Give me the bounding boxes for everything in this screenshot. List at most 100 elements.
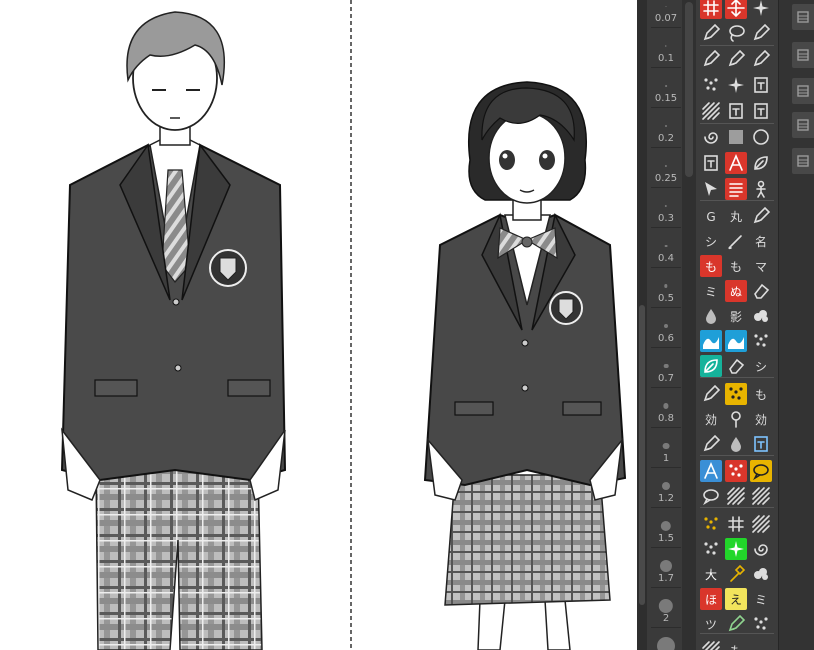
- bottom-b-icon[interactable]: [700, 639, 722, 650]
- stack-brush-icon[interactable]: [750, 330, 772, 352]
- wave-blue-icon[interactable]: [700, 330, 722, 352]
- bottom-c-icon[interactable]: も: [725, 639, 747, 650]
- madara-big-icon[interactable]: 大: [700, 563, 722, 585]
- effect-line-icon[interactable]: 効: [750, 408, 772, 430]
- shade-pen-icon[interactable]: シ: [700, 230, 722, 252]
- list-tool-icon[interactable]: [725, 178, 747, 200]
- cyan-leaf-icon[interactable]: [700, 355, 722, 377]
- pin-icon[interactable]: [725, 408, 747, 430]
- green-pen-icon[interactable]: [725, 613, 747, 635]
- select-arrow-tool-icon[interactable]: [700, 178, 722, 200]
- round-pen-preset-icon[interactable]: 丸: [725, 205, 747, 227]
- eraser-tool-icon[interactable]: [725, 355, 747, 377]
- curl-brush-icon[interactable]: [750, 538, 772, 560]
- spray-tool-icon[interactable]: [700, 74, 722, 96]
- dock-pages-icon[interactable]: [792, 78, 814, 104]
- noise-tone-icon[interactable]: [700, 538, 722, 560]
- brush-stroke-icon[interactable]: [725, 230, 747, 252]
- mo-outline-icon[interactable]: も: [725, 255, 747, 277]
- leaf-tool-icon[interactable]: [750, 152, 772, 174]
- double-drop-icon[interactable]: [725, 433, 747, 455]
- brush-size-option[interactable]: 0.2: [651, 108, 681, 148]
- hammer-tool-icon[interactable]: [725, 563, 747, 585]
- speech-balloon-icon[interactable]: [750, 460, 772, 482]
- fine-pen-icon[interactable]: [700, 383, 722, 405]
- expand-arrows-tool-icon[interactable]: [725, 0, 747, 19]
- mo-line-icon[interactable]: も: [750, 383, 772, 405]
- smoke-brush-icon[interactable]: [750, 563, 772, 585]
- wave-blue-alt-icon[interactable]: [725, 330, 747, 352]
- ink-pen-icon[interactable]: [700, 433, 722, 455]
- frame-tool-icon[interactable]: [750, 74, 772, 96]
- brush-size-option[interactable]: 1: [651, 428, 681, 468]
- sparkle-tool-icon[interactable]: [750, 0, 772, 19]
- green-sparkle-icon[interactable]: [725, 538, 747, 560]
- blue-frame-icon[interactable]: [750, 433, 772, 455]
- cloud-brush-icon[interactable]: [750, 305, 772, 327]
- g-pen-tool-icon[interactable]: [725, 48, 747, 70]
- shi-brush-icon[interactable]: シ: [750, 355, 772, 377]
- tool-palette-scroll-thumb[interactable]: [685, 2, 693, 177]
- mo-red-icon[interactable]: も: [700, 255, 722, 277]
- circle-tool-icon[interactable]: [750, 126, 772, 148]
- brush-size-option[interactable]: 1.2: [651, 468, 681, 508]
- brush-size-option[interactable]: 0.3: [651, 188, 681, 228]
- cross-hatch-tool-icon[interactable]: [700, 0, 722, 19]
- brush-size-option[interactable]: 2: [651, 588, 681, 628]
- dock-list2-icon[interactable]: [792, 148, 814, 174]
- yellow-e-icon[interactable]: え: [725, 588, 747, 610]
- brush-size-option[interactable]: [651, 628, 681, 650]
- brush-size-option[interactable]: 0.8: [651, 388, 681, 428]
- brush-size-scrollbar[interactable]: [637, 0, 647, 650]
- blend-tool-icon[interactable]: [700, 126, 722, 148]
- dock-filmstrip-icon[interactable]: [792, 4, 814, 30]
- brush-size-option[interactable]: 0.7: [651, 348, 681, 388]
- text-frame-tool-icon[interactable]: [725, 100, 747, 122]
- mi-brush-icon[interactable]: ミ: [700, 280, 722, 302]
- brush-size-option[interactable]: 0.4: [651, 228, 681, 268]
- brush-size-option[interactable]: 0.1: [651, 28, 681, 68]
- nu-fill-icon[interactable]: ぬ: [725, 280, 747, 302]
- dock-layers-icon[interactable]: [792, 42, 814, 68]
- bottom-a-icon[interactable]: [750, 613, 772, 635]
- text-a-tool-icon[interactable]: [725, 152, 747, 174]
- pen-node-tool-icon[interactable]: [750, 22, 772, 44]
- tsuya-brush-icon[interactable]: ツ: [700, 613, 722, 635]
- pencil-tool-icon[interactable]: [700, 48, 722, 70]
- eyedropper-tool-icon[interactable]: [700, 22, 722, 44]
- tone-dots-icon[interactable]: [700, 513, 722, 535]
- figure-tool-icon[interactable]: [750, 178, 772, 200]
- red-flame-icon[interactable]: ほ: [700, 588, 722, 610]
- brush-size-option[interactable]: 0.5: [651, 268, 681, 308]
- balloon-outline-icon[interactable]: [700, 485, 722, 507]
- brush-nib-icon[interactable]: [750, 205, 772, 227]
- pattern-kana-icon[interactable]: ミ: [750, 588, 772, 610]
- brush-size-option[interactable]: 0.6: [651, 308, 681, 348]
- black-shade-icon[interactable]: 影: [725, 305, 747, 327]
- diamond-tone-icon[interactable]: [725, 513, 747, 535]
- g-pen-preset-icon[interactable]: G: [700, 205, 722, 227]
- brush-size-option[interactable]: 1.5: [651, 508, 681, 548]
- sparkle-brush-tool-icon[interactable]: [725, 74, 747, 96]
- parallel-lines-icon[interactable]: [750, 485, 772, 507]
- dock-list-icon[interactable]: [792, 112, 814, 138]
- name-pen-icon[interactable]: 名: [750, 230, 772, 252]
- yellow-pattern-icon[interactable]: [725, 383, 747, 405]
- text-tool-icon[interactable]: [700, 460, 722, 482]
- speed-lines-icon[interactable]: [725, 485, 747, 507]
- red-block-icon[interactable]: [725, 460, 747, 482]
- drawing-canvas[interactable]: [0, 0, 637, 650]
- eraser-diag-icon[interactable]: [750, 280, 772, 302]
- mapping-pen-tool-icon[interactable]: [750, 48, 772, 70]
- gradient-tool-icon[interactable]: [725, 126, 747, 148]
- brush-size-scroll-thumb[interactable]: [639, 305, 645, 605]
- brush-size-option[interactable]: 0.15: [651, 68, 681, 108]
- brush-size-option[interactable]: 0.07: [651, 0, 681, 28]
- tool-palette-scrollbar[interactable]: [682, 0, 696, 650]
- water-drop-icon[interactable]: [700, 305, 722, 327]
- gradient-tone-icon[interactable]: [750, 513, 772, 535]
- panel-tool-icon[interactable]: [700, 152, 722, 174]
- effect-a-icon[interactable]: 効: [700, 408, 722, 430]
- hatch-line-tool-icon[interactable]: [700, 100, 722, 122]
- ma-marker-icon[interactable]: マ: [750, 255, 772, 277]
